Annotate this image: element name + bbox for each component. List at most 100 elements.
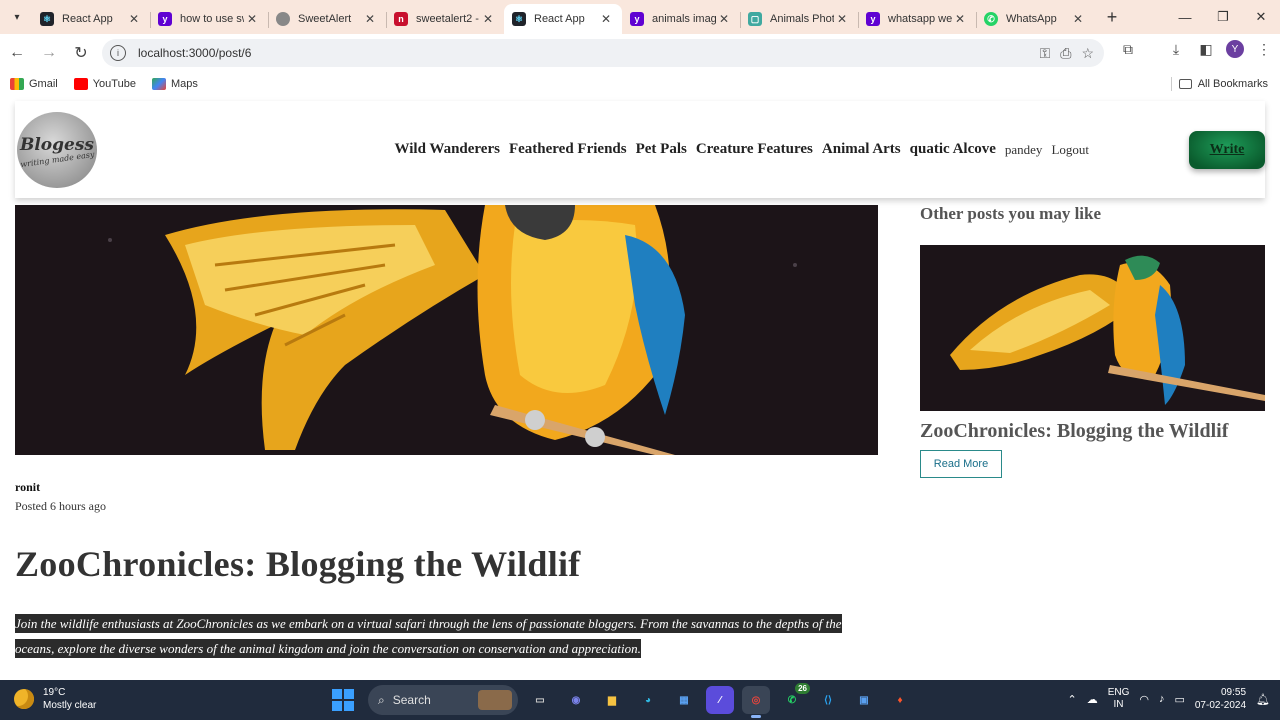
password-key-icon[interactable]: ⚿ bbox=[1040, 45, 1051, 62]
close-tab-icon[interactable]: ✕ bbox=[598, 12, 614, 26]
tab-title: SweetAlert bbox=[298, 13, 352, 25]
language-indicator[interactable]: ENG IN bbox=[1108, 687, 1130, 711]
tab-search-button[interactable]: ▾ bbox=[4, 4, 30, 30]
forward-button[interactable]: → bbox=[34, 44, 64, 62]
macaw-thumbnail bbox=[920, 245, 1265, 411]
teams-icon[interactable]: ◉ bbox=[562, 686, 590, 714]
nav-links: Wild Wanderers Feathered Friends Pet Pal… bbox=[395, 141, 1089, 158]
task-view-icon[interactable]: ▭ bbox=[526, 686, 554, 714]
bookmark-star-icon[interactable]: ☆ bbox=[1081, 45, 1094, 62]
browser-tab[interactable]: ✆ WhatsApp ✕ bbox=[976, 4, 1094, 34]
close-tab-icon[interactable]: ✕ bbox=[716, 12, 732, 26]
brave-icon[interactable]: ♦ bbox=[886, 686, 914, 714]
browser-tab[interactable]: y how to use sw ✕ bbox=[150, 4, 268, 34]
notification-icon[interactable]: 🔔︎ bbox=[1256, 693, 1270, 706]
chevron-up-icon[interactable]: ⌃ bbox=[1067, 693, 1076, 706]
whatsapp-icon[interactable]: ✆ 26 bbox=[778, 683, 810, 714]
weather-widget[interactable]: 19°C Mostly clear bbox=[14, 686, 96, 712]
react-icon: ⚛ bbox=[512, 12, 526, 26]
chrome-icon[interactable]: ◎ bbox=[742, 686, 770, 718]
site-navbar: Blogess writing made easy Wild Wanderers… bbox=[15, 101, 1265, 198]
bookmark-maps[interactable]: Maps bbox=[151, 78, 198, 90]
post-description: Join the wildlife enthusiasts at ZooChro… bbox=[15, 611, 881, 661]
whatsapp-icon: ✆ bbox=[984, 12, 998, 26]
volume-icon[interactable]: ♪ bbox=[1159, 693, 1165, 705]
new-tab-button[interactable]: + bbox=[1098, 7, 1126, 28]
post-title: ZooChronicles: Blogging the Wildlif bbox=[15, 544, 581, 584]
side-panel-icon[interactable]: ◧ bbox=[1196, 41, 1216, 58]
windows-start-icon[interactable] bbox=[332, 689, 354, 711]
site-logo[interactable]: Blogess writing made easy bbox=[17, 111, 97, 188]
nav-link-feathered-friends[interactable]: Feathered Friends bbox=[509, 141, 627, 158]
bookmark-gmail[interactable]: Gmail bbox=[10, 78, 58, 90]
read-more-button[interactable]: Read More bbox=[920, 450, 1002, 478]
close-tab-icon[interactable]: ✕ bbox=[1070, 12, 1086, 26]
nav-link-pet-pals[interactable]: Pet Pals bbox=[636, 141, 687, 158]
search-highlight-icon bbox=[478, 690, 512, 710]
post-author: ronit bbox=[15, 480, 41, 494]
nav-link-wild-wanderers[interactable]: Wild Wanderers bbox=[395, 141, 500, 158]
profile-avatar[interactable]: Y bbox=[1226, 40, 1244, 58]
sidebar-post-title[interactable]: ZooChronicles: Blogging the Wildlif bbox=[920, 420, 1228, 443]
browser-toolbar: ← → ↻ i localhost:3000/post/6 ⚿ ⎙ ☆ ⧉ ⤓ … bbox=[0, 34, 1280, 72]
bookmark-youtube[interactable]: YouTube bbox=[73, 78, 136, 90]
browser-tab[interactable]: ▢ Animals Phot ✕ bbox=[740, 4, 858, 34]
terminal-icon[interactable]: ▣ bbox=[850, 686, 878, 714]
file-explorer-icon[interactable]: ▆ bbox=[598, 686, 626, 714]
taskbar-search[interactable]: ⌕ Search bbox=[368, 685, 518, 715]
close-window-button[interactable]: ✕ bbox=[1242, 0, 1280, 34]
tab-title: Animals Phot bbox=[770, 13, 834, 25]
minimize-button[interactable]: — bbox=[1166, 0, 1204, 34]
nav-link-animal-arts[interactable]: Animal Arts bbox=[822, 141, 901, 158]
sidebar-post-image[interactable] bbox=[920, 245, 1265, 411]
reload-button[interactable]: ↻ bbox=[66, 43, 96, 63]
browser-tab[interactable]: y animals imag ✕ bbox=[622, 4, 740, 34]
close-tab-icon[interactable]: ✕ bbox=[952, 12, 968, 26]
vs-icon[interactable]: ⁄ bbox=[706, 686, 734, 714]
windows-taskbar: 19°C Mostly clear ⌕ Search ▭ ◉ ▆ ◕ ▦ ⁄ ◎… bbox=[0, 680, 1280, 720]
tab-title: animals imag bbox=[652, 13, 716, 25]
nav-link-aquatic-alcove[interactable]: quatic Alcove bbox=[910, 141, 996, 158]
macaw-illustration bbox=[15, 205, 878, 455]
close-tab-icon[interactable]: ✕ bbox=[362, 12, 378, 26]
downloads-icon[interactable]: ⤓ bbox=[1166, 41, 1186, 58]
menu-icon[interactable]: ⋮ bbox=[1254, 41, 1274, 58]
system-tray: ⌃ ☁ ENG IN ◠ ♪ ▭ 09:55 07-02-2024 🔔︎ bbox=[1067, 686, 1270, 712]
address-bar[interactable]: i localhost:3000/post/6 ⚿ ⎙ ☆ bbox=[102, 39, 1104, 67]
maximize-button[interactable]: ❐ bbox=[1204, 0, 1242, 34]
yahoo-icon: y bbox=[630, 12, 644, 26]
browser-tab[interactable]: ⚛ React App ✕ bbox=[504, 4, 622, 34]
close-tab-icon[interactable]: ✕ bbox=[480, 12, 496, 26]
wifi-icon[interactable]: ◠ bbox=[1139, 693, 1149, 706]
close-tab-icon[interactable]: ✕ bbox=[834, 12, 850, 26]
tab-title: React App bbox=[534, 13, 585, 25]
moon-weather-icon bbox=[14, 689, 34, 709]
tab-title: WhatsApp bbox=[1006, 13, 1057, 25]
all-bookmarks-button[interactable]: All Bookmarks bbox=[1178, 78, 1268, 90]
install-app-icon[interactable]: ⎙ bbox=[1060, 45, 1071, 62]
site-info-icon[interactable]: i bbox=[110, 45, 126, 61]
onedrive-icon[interactable]: ☁ bbox=[1087, 693, 1098, 706]
browser-tab[interactable]: ⚛ React App ✕ bbox=[32, 4, 150, 34]
extensions-icon[interactable]: ⧉ bbox=[1118, 41, 1138, 58]
logout-link[interactable]: Logout bbox=[1051, 142, 1089, 158]
vscode-icon[interactable]: ⟨⟩ bbox=[814, 686, 842, 714]
browser-tab[interactable]: y whatsapp we ✕ bbox=[858, 4, 976, 34]
back-button[interactable]: ← bbox=[2, 44, 32, 62]
edge-icon[interactable]: ◕ bbox=[634, 686, 662, 714]
window-controls: — ❐ ✕ bbox=[1166, 0, 1280, 34]
browser-tab[interactable]: SweetAlert ✕ bbox=[268, 4, 386, 34]
nav-link-creature-features[interactable]: Creature Features bbox=[696, 141, 813, 158]
yahoo-icon: y bbox=[866, 12, 880, 26]
battery-icon[interactable]: ▭ bbox=[1174, 693, 1184, 706]
npm-icon: n bbox=[394, 12, 408, 26]
url-text[interactable]: localhost:3000/post/6 bbox=[138, 46, 1040, 60]
close-tab-icon[interactable]: ✕ bbox=[126, 12, 142, 26]
clock[interactable]: 09:55 07-02-2024 bbox=[1195, 686, 1246, 712]
browser-tab[interactable]: n sweetalert2 - ✕ bbox=[386, 4, 504, 34]
tab-title: whatsapp we bbox=[888, 13, 952, 25]
globe-icon bbox=[276, 12, 290, 26]
close-tab-icon[interactable]: ✕ bbox=[244, 12, 260, 26]
store-icon[interactable]: ▦ bbox=[670, 686, 698, 714]
write-button[interactable]: Write bbox=[1189, 131, 1265, 169]
